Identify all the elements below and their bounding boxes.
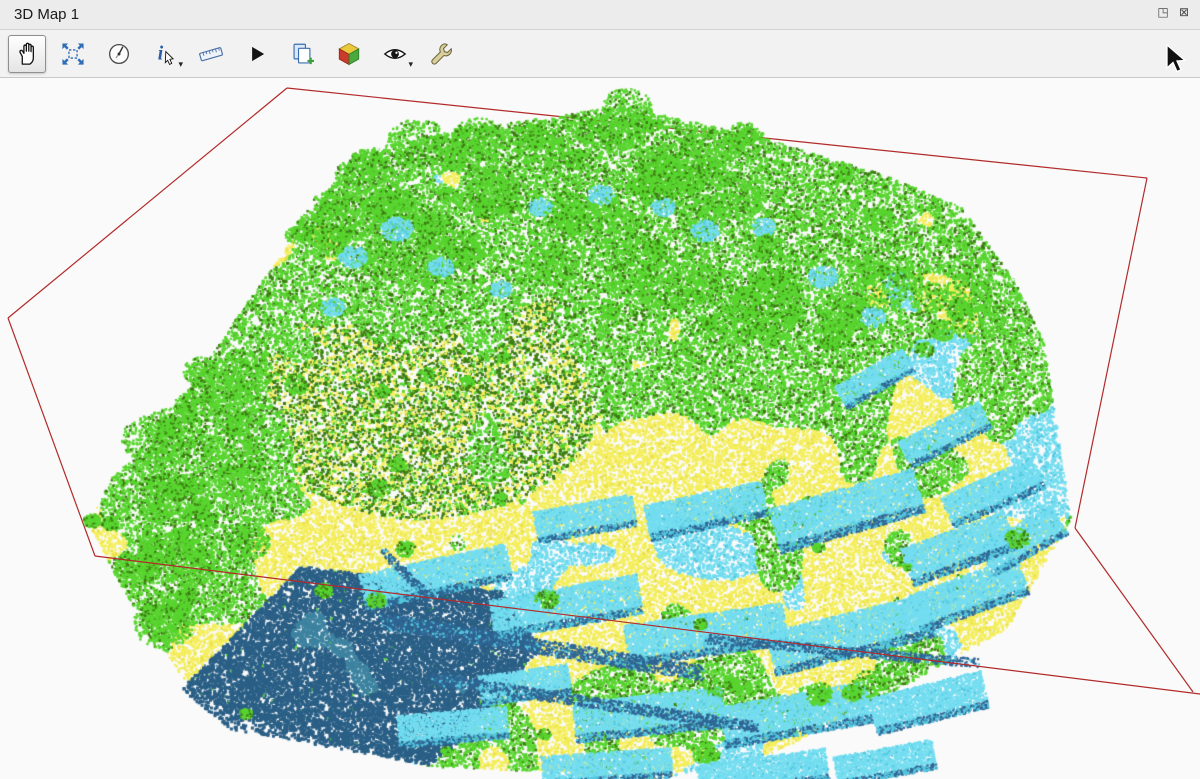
hand-icon [14,41,40,67]
export-3d-scene-button[interactable] [330,35,368,73]
panel-title: 3D Map 1 [14,6,79,23]
export-image-icon [290,41,316,67]
eye-icon [382,41,408,67]
close-icon: ⊠ [1179,5,1189,19]
svg-text:i: i [158,43,164,64]
zoom-full-icon [60,41,86,67]
measure-line-button[interactable] [192,35,230,73]
play-icon [245,42,269,66]
compass-icon [106,41,132,67]
viewport-3d[interactable] [0,78,1200,779]
camera-rotate-button[interactable] [100,35,138,73]
camera-pan-button[interactable] [8,35,46,73]
save-as-image-button[interactable] [284,35,322,73]
dropdown-arrow-icon[interactable]: ▾ [178,59,183,70]
dropdown-arrow-icon[interactable]: ▾ [408,59,413,70]
3d-map-panel: 3D Map 1 ◳ ⊠ i▾▾ [0,0,1200,779]
zoom-full-button[interactable] [54,35,92,73]
identify-button[interactable]: i▾ [146,35,184,73]
titlebar[interactable]: 3D Map 1 ◳ ⊠ [0,0,1200,30]
point-cloud-canvas[interactable] [0,78,1200,779]
effects-button[interactable]: ▾ [376,35,414,73]
identify-icon: i [152,41,178,67]
animations-button[interactable] [238,35,276,73]
detach-button[interactable]: ◳ [1155,4,1171,20]
close-button[interactable]: ⊠ [1176,4,1192,20]
window-controls: ◳ ⊠ [1155,4,1192,26]
options-button[interactable] [422,35,460,73]
cube-3d-icon [336,41,362,67]
wrench-icon [428,41,454,67]
toolbar: i▾▾ [0,30,1200,78]
detach-icon: ◳ [1157,5,1168,19]
ruler-icon [197,41,225,67]
